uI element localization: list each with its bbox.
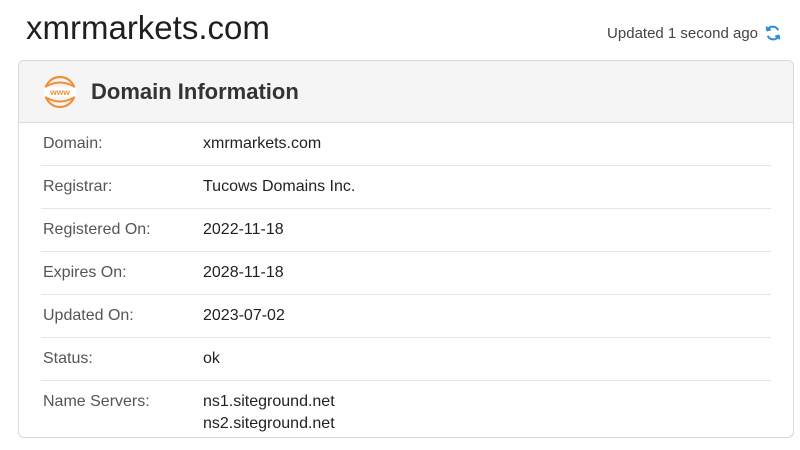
table-row: Updated On: 2023-07-02 bbox=[41, 295, 771, 338]
name-servers-list: ns1.siteground.net ns2.siteground.net bbox=[203, 391, 335, 435]
row-label: Updated On: bbox=[43, 307, 134, 324]
name-server-2: ns2.siteground.net bbox=[203, 415, 335, 432]
page-title: xmrmarkets.com bbox=[26, 9, 270, 46]
table-row: Status: ok bbox=[41, 338, 771, 381]
row-value: xmrmarkets.com bbox=[203, 135, 322, 152]
table-row: Expires On: 2028-11-18 bbox=[41, 252, 771, 295]
www-icon: www bbox=[43, 75, 77, 109]
page: xmrmarkets.com Updated 1 second ago www bbox=[0, 0, 800, 450]
table-row-name-servers: Name Servers: ns1.siteground.net ns2.sit… bbox=[41, 381, 771, 435]
row-label: Status: bbox=[43, 350, 93, 367]
row-value: Tucows Domains Inc. bbox=[203, 178, 356, 195]
row-label: Expires On: bbox=[43, 264, 127, 281]
row-value: ok bbox=[203, 350, 220, 367]
row-label: Registrar: bbox=[43, 178, 113, 195]
row-value: 2028-11-18 bbox=[203, 264, 284, 281]
svg-text:www: www bbox=[49, 87, 70, 97]
row-value: 2023-07-02 bbox=[203, 307, 285, 324]
card-title: Domain Information bbox=[91, 78, 299, 104]
row-label: Name Servers: bbox=[43, 393, 150, 410]
table-row: Domain: xmrmarkets.com bbox=[41, 123, 771, 166]
row-value: 2022-11-18 bbox=[203, 221, 284, 238]
card-header: www Domain Information bbox=[19, 61, 793, 123]
row-label: Registered On: bbox=[43, 221, 151, 238]
row-label: Domain: bbox=[43, 135, 103, 152]
domain-info-table: Domain: xmrmarkets.com Registrar: Tucows… bbox=[19, 123, 793, 435]
updated-text: Updated 1 second ago bbox=[607, 24, 758, 42]
domain-info-card: www Domain Information Domain: xmrmarket… bbox=[18, 60, 794, 438]
refresh-icon[interactable] bbox=[764, 24, 782, 42]
table-row: Registrar: Tucows Domains Inc. bbox=[41, 166, 771, 209]
name-server-1: ns1.siteground.net bbox=[203, 393, 335, 410]
update-status: Updated 1 second ago bbox=[607, 24, 782, 42]
table-row: Registered On: 2022-11-18 bbox=[41, 209, 771, 252]
